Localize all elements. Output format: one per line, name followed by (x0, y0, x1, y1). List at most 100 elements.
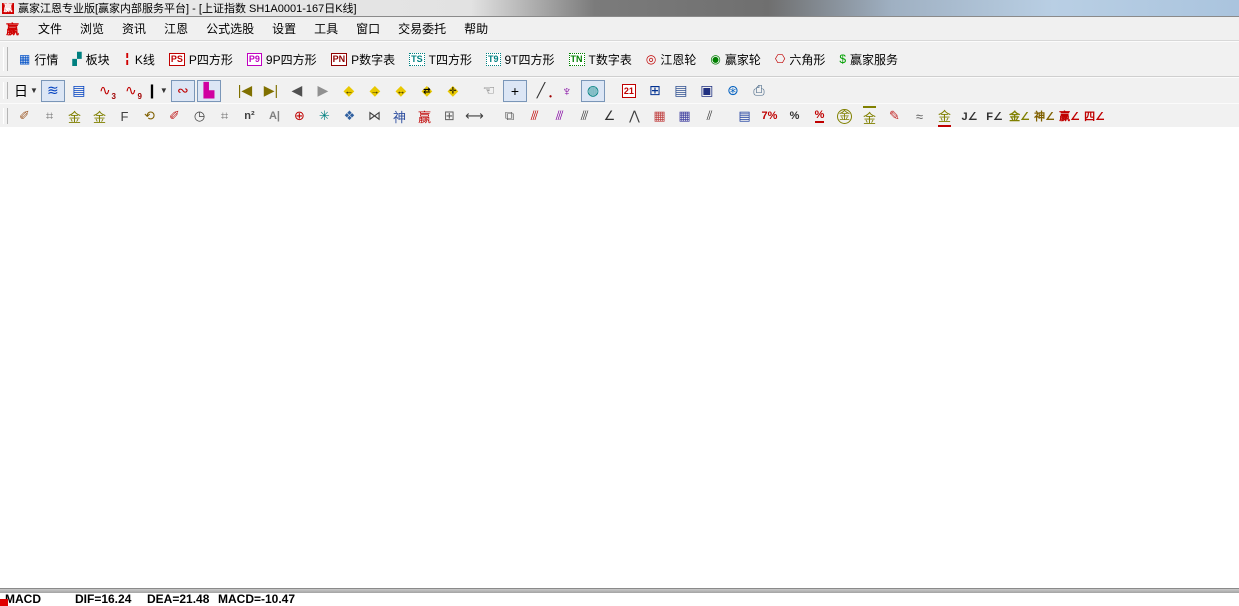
menu-1[interactable]: 浏览 (71, 19, 113, 39)
boxed-star-button[interactable]: ❖ (338, 106, 361, 126)
print-button[interactable]: ⎙ (747, 80, 771, 102)
scroll-left-button[interactable]: ◆← (337, 80, 361, 102)
hash2-button[interactable]: ⌗ (213, 106, 236, 126)
wave9-button[interactable]: ∿9 (119, 80, 143, 102)
percent-button[interactable]: % (783, 106, 806, 126)
ying-grid-button[interactable]: 赢 (413, 106, 436, 126)
notes-button[interactable]: ▤ (669, 80, 693, 102)
pct-strike-button[interactable]: 7% (758, 106, 781, 126)
gold-grid-button[interactable]: 金 (63, 106, 86, 126)
angle-lines-button[interactable]: ∠ (598, 106, 621, 126)
crosshair-button[interactable]: + (503, 80, 527, 102)
star-wheel-button[interactable]: ✳ (313, 106, 336, 126)
toolbar-grip[interactable] (3, 47, 8, 71)
zoom-wave-button[interactable]: ≋ (41, 80, 65, 102)
hexagon-button[interactable]: ⎔六角形 (768, 49, 833, 70)
indicator-label[interactable]: MACD (5, 592, 41, 606)
calendar-button[interactable]: 21 (617, 80, 641, 102)
prev-button[interactable]: ◀ (285, 80, 309, 102)
gold-topline-button[interactable]: 金 (858, 106, 881, 126)
save-button[interactable]: ▣ (695, 80, 719, 102)
si-angle-button[interactable]: 四∠ (1083, 106, 1106, 126)
eraser-button[interactable]: ✐ (13, 106, 36, 126)
first-page-button[interactable]: |◀ (233, 80, 257, 102)
kline-button[interactable]: ╏K线 (117, 49, 162, 70)
calculator-button[interactable]: ⊞ (643, 80, 667, 102)
t-number-table-button[interactable]: TNT数字表 (562, 49, 639, 70)
t-square-button[interactable]: TST四方形 (402, 49, 479, 70)
menu-2[interactable]: 资讯 (113, 19, 155, 39)
zigzag-button[interactable]: ⋀ (623, 106, 646, 126)
analysis-button[interactable]: ◍ (581, 80, 605, 102)
pct-line-button[interactable]: % (808, 106, 831, 126)
segment-button[interactable]: ╱• (529, 80, 553, 102)
gann-fan-button[interactable]: ⫻ (523, 106, 546, 126)
fit-all-button[interactable]: ◆✛ (441, 80, 465, 102)
winner-service-button[interactable]: $赢家服务 (832, 49, 905, 70)
candlestick-chart[interactable] (0, 127, 1239, 588)
p-number-table-button[interactable]: PNP数字表 (324, 49, 403, 70)
red-brush-button[interactable]: ✐ (163, 106, 186, 126)
menu-5[interactable]: 设置 (263, 19, 305, 39)
grid-tool-button[interactable]: ⌗ (38, 106, 61, 126)
menu-3[interactable]: 江恩 (155, 19, 197, 39)
boxed-fan-button[interactable]: ⫻ (548, 106, 571, 126)
9p-square-button[interactable]: P99P四方形 (240, 49, 324, 70)
a-channel-button[interactable]: A| (263, 106, 286, 126)
9t-square-button[interactable]: T99T四方形 (479, 49, 562, 70)
f-angle-button[interactable]: F∠ (983, 106, 1006, 126)
gann-tool-button[interactable]: ♆ (555, 80, 579, 102)
wave-mark-button[interactable]: ⋈ (363, 106, 386, 126)
wave-overlay-button[interactable]: ≈ (908, 106, 931, 126)
ying-angle-button[interactable]: 赢∠ (1058, 106, 1081, 126)
chart-area[interactable] (0, 127, 1239, 588)
gold-circle-button[interactable]: 金 (833, 106, 856, 126)
period-day-button[interactable]: 日▼ (13, 80, 39, 102)
toolbar-grip[interactable] (3, 108, 8, 125)
marker-pen-button[interactable]: ✎ (883, 106, 906, 126)
menu-9[interactable]: 帮助 (455, 19, 497, 39)
menu-0[interactable]: 文件 (29, 19, 71, 39)
gold-grid2-button[interactable]: 金 (88, 106, 111, 126)
matrix-button[interactable]: ▦ (648, 106, 671, 126)
level-stats-button[interactable]: ▤ (733, 106, 756, 126)
toolbar-grip[interactable] (3, 82, 8, 100)
network-button[interactable]: ⊛ (721, 80, 745, 102)
next-button[interactable]: ▶ (311, 80, 335, 102)
expand-h-button[interactable]: ◆↔ (389, 80, 413, 102)
last-page-button[interactable]: ▶| (259, 80, 283, 102)
menu-6[interactable]: 工具 (305, 19, 347, 39)
matrix-arrow-button[interactable]: ▦ (673, 106, 696, 126)
gann-wheel-button[interactable]: ◎江恩轮 (639, 49, 704, 70)
candle-style-button[interactable]: ❙▼ (145, 80, 169, 102)
gold-underline-button[interactable]: 金 (933, 106, 956, 126)
sectors-button[interactable]: ▞板块 (65, 49, 116, 70)
menu-4[interactable]: 公式选股 (197, 19, 263, 39)
p-square-button[interactable]: PSP四方形 (162, 49, 240, 70)
wave3-button[interactable]: ∿3 (93, 80, 117, 102)
f-grid-button[interactable]: F (113, 106, 136, 126)
gann-circle-button[interactable]: ⊕ (288, 106, 311, 126)
info-panel-button[interactable]: ▤ (67, 80, 91, 102)
n-square-button[interactable]: n² (238, 106, 261, 126)
winner-wheel-button[interactable]: ◉赢家轮 (703, 49, 768, 70)
pattern-button[interactable]: ∾ (171, 80, 195, 102)
rect-tool-button[interactable]: ⧉ (498, 106, 521, 126)
spiral-button[interactable]: ⟲ (138, 106, 161, 126)
menu-7[interactable]: 窗口 (347, 19, 389, 39)
time-dial-button[interactable]: ◷ (188, 106, 211, 126)
gold-angle-button[interactable]: 金∠ (1008, 106, 1031, 126)
histogram-button[interactable]: ▙ (197, 80, 221, 102)
j-angle-button[interactable]: J∠ (958, 106, 981, 126)
pan-hand-button[interactable]: ☜ (477, 80, 501, 102)
shen-grid-button[interactable]: 神 (388, 106, 411, 126)
compress-h-button[interactable]: ◆⇄ (415, 80, 439, 102)
menu-8[interactable]: 交易委托 (389, 19, 455, 39)
shen-angle-button[interactable]: 神∠ (1033, 106, 1056, 126)
scroll-right-button[interactable]: ◆→ (363, 80, 387, 102)
quotes-button[interactable]: ▦行情 (12, 49, 65, 70)
parallel-lines-button[interactable]: ⫽ (698, 106, 721, 126)
h-measure-button[interactable]: ⟷ (463, 106, 486, 126)
number-grid-button[interactable]: ⊞ (438, 106, 461, 126)
boxed-fan2-button[interactable]: ⫻ (573, 106, 596, 126)
